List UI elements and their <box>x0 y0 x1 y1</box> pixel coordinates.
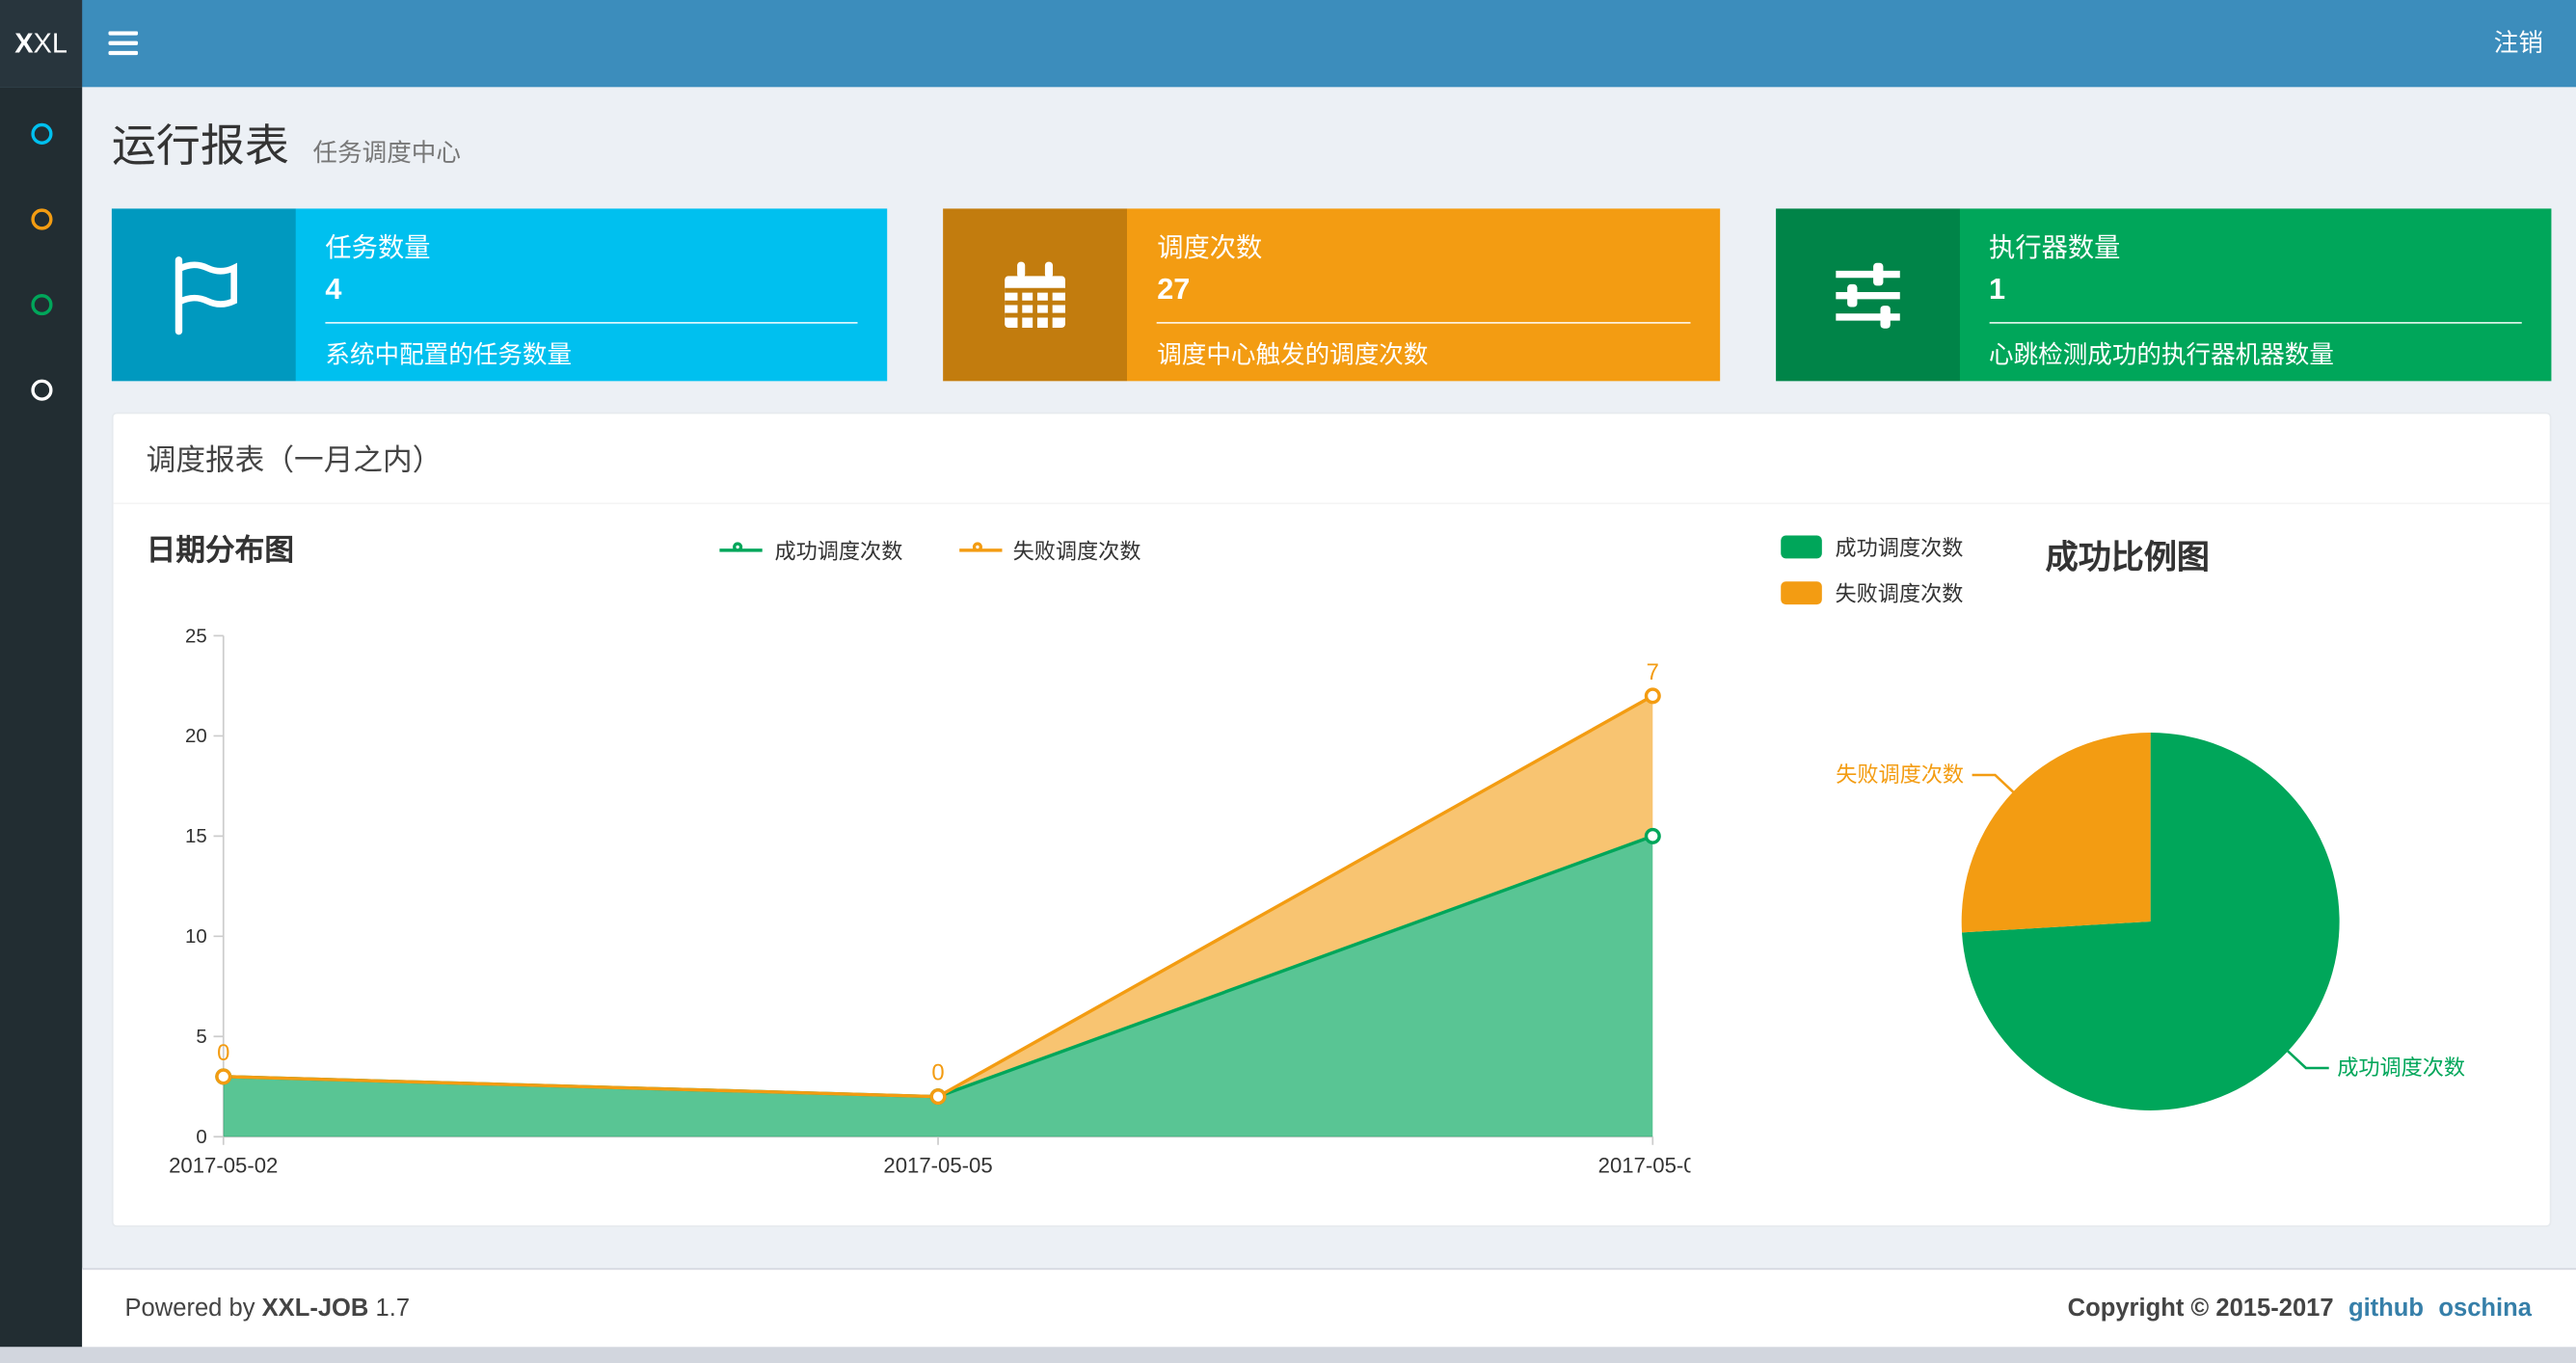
app-name: XXL-JOB <box>261 1294 369 1323</box>
svg-text:0: 0 <box>217 1040 229 1066</box>
legend-label: 成功调度次数 <box>774 538 903 564</box>
sidebar <box>0 87 83 1348</box>
tile-divider <box>1989 321 2522 324</box>
tile-desc: 系统中配置的任务数量 <box>325 341 573 370</box>
pie-chart-legend: 成功调度次数 失败调度次数 <box>1781 530 1963 607</box>
tile-body: 调度次数 27 调度中心触发的调度次数 <box>1128 208 1720 381</box>
tile-divider <box>1157 321 1690 324</box>
legend-item-fail[interactable]: 失败调度次数 <box>958 534 1141 565</box>
app-version: 1.7 <box>375 1294 411 1323</box>
sliders-icon <box>1835 261 1900 328</box>
tile-title: 调度次数 <box>1157 234 1263 263</box>
sidebar-item-4[interactable] <box>0 347 82 433</box>
page-header: 运行报表 任务调度中心 <box>112 87 2552 174</box>
copyright-text: Copyright © 2015-2017 <box>2067 1294 2334 1323</box>
legend-item-fail[interactable]: 失败调度次数 <box>1781 576 1963 607</box>
svg-text:7: 7 <box>1647 659 1659 685</box>
github-link[interactable]: github <box>2348 1295 2424 1323</box>
tile-icon-box <box>1775 208 1960 382</box>
legend-item-success[interactable]: 成功调度次数 <box>1781 530 1963 561</box>
line-chart-header: 日期分布图 成功调度次数 失败调度次数 <box>147 521 1715 576</box>
tile-divider <box>325 321 859 324</box>
pie-chart-header: 成功调度次数 失败调度次数 成功比例图 <box>1781 521 2528 612</box>
logout-link[interactable]: 注销 <box>2461 0 2576 87</box>
tile-trigger-count: 调度次数 27 调度中心触发的调度次数 <box>943 208 1720 382</box>
legend-label: 失败调度次数 <box>1835 581 1964 606</box>
line-chart-title: 日期分布图 <box>146 533 295 567</box>
line-chart-legend: 成功调度次数 失败调度次数 <box>147 521 1715 565</box>
tile-desc: 调度中心触发的调度次数 <box>1157 341 1429 370</box>
sidebar-item-1[interactable] <box>0 91 82 176</box>
panel-title: 调度报表（一月之内） <box>113 414 2550 505</box>
tile-job-count: 任务数量 4 系统中配置的任务数量 <box>111 208 888 382</box>
tile-icon-box <box>943 208 1128 382</box>
tile-title: 任务数量 <box>325 234 431 263</box>
tile-value: 27 <box>1157 272 1191 306</box>
tile-value: 1 <box>1989 272 2006 306</box>
page-title: 运行报表 <box>111 121 289 172</box>
svg-text:0: 0 <box>196 1126 206 1148</box>
page-subtitle: 任务调度中心 <box>312 139 461 168</box>
circle-icon <box>30 293 52 315</box>
tile-value: 4 <box>325 272 342 306</box>
legend-label: 成功调度次数 <box>1835 535 1964 561</box>
sidebar-toggle-button[interactable] <box>82 0 164 87</box>
svg-text:2017-05-05: 2017-05-05 <box>883 1154 992 1178</box>
copyright-area: Copyright © 2015-2017 github oschina <box>2068 1295 2532 1323</box>
tile-executor-count: 执行器数量 1 心跳检测成功的执行器机器数量 <box>1775 208 2552 382</box>
success-ratio-section: 成功调度次数 失败调度次数 成功比例图 成功调度次数 失败调度次数 <box>1781 521 2528 1192</box>
tile-body: 任务数量 4 系统中配置的任务数量 <box>296 208 888 381</box>
svg-text:20: 20 <box>185 725 207 747</box>
app-logo[interactable]: X XL <box>0 0 83 88</box>
date-distribution-section: 日期分布图 成功调度次数 失败调度次数 0 5 10 15 20 25 2017… <box>147 521 1715 1192</box>
svg-text:10: 10 <box>185 925 207 948</box>
circle-icon <box>30 378 52 400</box>
tile-title: 执行器数量 <box>1989 234 2121 263</box>
bottom-strip <box>0 1347 2576 1363</box>
tile-body: 执行器数量 1 心跳检测成功的执行器机器数量 <box>1959 208 2551 381</box>
legend-item-success[interactable]: 成功调度次数 <box>720 534 902 565</box>
line-marker-icon <box>958 540 1002 559</box>
legend-swatch-icon <box>1781 534 1822 558</box>
summary-tiles: 任务数量 4 系统中配置的任务数量 调度次数 27 调度中心触发的调度次数 执行… <box>111 208 2552 382</box>
sidebar-item-3[interactable] <box>0 261 82 347</box>
circle-icon <box>30 121 52 145</box>
success-ratio-pie-chart: 成功调度次数 失败调度次数 <box>1836 733 2465 1110</box>
legend-swatch-icon <box>1781 580 1822 604</box>
svg-text:失败调度次数: 失败调度次数 <box>1836 762 1964 787</box>
panel-body: 日期分布图 成功调度次数 失败调度次数 0 5 10 15 20 25 2017… <box>114 504 2550 1225</box>
flag-icon <box>174 255 238 334</box>
tile-icon-box <box>111 208 296 382</box>
main-content: 运行报表 任务调度中心 任务数量 4 系统中配置的任务数量 调度次数 27 调度… <box>82 87 2576 1227</box>
powered-by: Powered by XXL-JOB 1.7 <box>125 1295 411 1323</box>
powered-by-prefix: Powered by <box>124 1294 255 1323</box>
pie-chart-title: 成功比例图 <box>2045 540 2211 577</box>
svg-text:成功调度次数: 成功调度次数 <box>2337 1056 2465 1080</box>
svg-text:2017-05-02: 2017-05-02 <box>169 1154 278 1178</box>
svg-text:15: 15 <box>185 825 207 847</box>
date-distribution-chart: 05101520252017-05-022017-05-052017-05-08… <box>169 625 1691 1178</box>
svg-text:2017-05-08: 2017-05-08 <box>1598 1154 1691 1178</box>
svg-text:0: 0 <box>931 1060 944 1086</box>
line-marker-icon <box>720 540 764 559</box>
app-root: X XL 注销 运行报表 任务调度中心 任务数量 4 系统中配置的任务数量 调度… <box>0 0 2576 1363</box>
svg-text:25: 25 <box>185 625 207 647</box>
hamburger-icon <box>108 31 139 56</box>
svg-text:5: 5 <box>196 1026 206 1048</box>
logo-text: XL <box>33 27 67 59</box>
circle-icon <box>30 207 52 229</box>
logo-text-bold: X <box>14 27 34 59</box>
tile-desc: 心跳检测成功的执行器机器数量 <box>1989 341 2334 370</box>
sidebar-item-2[interactable] <box>0 175 82 261</box>
legend-label: 失败调度次数 <box>1012 538 1141 564</box>
report-panel: 调度报表（一月之内） 日期分布图 成功调度次数 失败调度次数 0 5 10 15… <box>111 412 2552 1227</box>
oschina-link[interactable]: oschina <box>2438 1295 2532 1323</box>
footer: Powered by XXL-JOB 1.7 Copyright © 2015-… <box>82 1268 2576 1348</box>
calendar-icon <box>1005 260 1066 328</box>
top-navbar: X XL 注销 <box>0 0 2576 88</box>
